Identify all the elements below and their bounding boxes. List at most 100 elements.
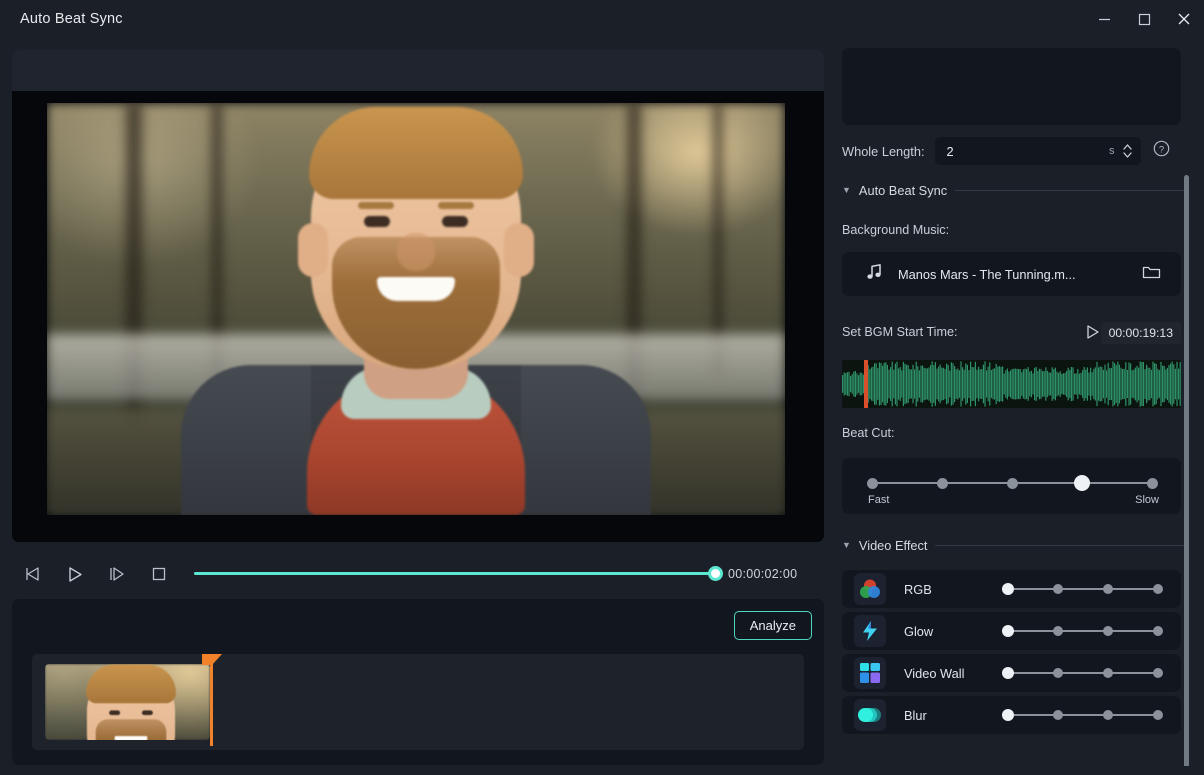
window-title: Auto Beat Sync xyxy=(20,11,123,27)
whole-length-input[interactable]: 2 s xyxy=(934,137,1141,165)
effect-slider-rail xyxy=(1008,588,1158,590)
maximize-button[interactable] xyxy=(1124,0,1164,38)
whole-length-unit: s xyxy=(1109,145,1115,157)
analyze-row: Analyze xyxy=(733,611,812,640)
beat-cut-max-label: Slow xyxy=(1135,494,1159,506)
left-column: 00:00:02:00 Analyze xyxy=(12,50,824,765)
effect-slider-dot[interactable] xyxy=(1053,584,1063,594)
effect-name: RGB xyxy=(904,581,932,597)
waveform-playhead[interactable] xyxy=(864,360,868,408)
seek-track xyxy=(194,572,720,575)
beat-cut-dot[interactable] xyxy=(936,477,948,489)
playback-controls: 00:00:02:00 xyxy=(12,555,824,593)
timeline-clip-thumbnail[interactable] xyxy=(45,664,210,740)
whole-length-label: Whole Length: xyxy=(842,143,925,159)
spinner-up-down-icon[interactable] xyxy=(1122,144,1132,158)
timeline-playhead-marker[interactable] xyxy=(202,654,222,665)
background-music-field[interactable]: Manos Mars - The Tunning.m... xyxy=(842,252,1181,296)
bgm-start-time-label: Set BGM Start Time: xyxy=(842,325,958,339)
seek-handle[interactable] xyxy=(708,566,723,581)
video-wall-icon xyxy=(854,657,886,689)
effect-slider[interactable] xyxy=(1002,570,1163,608)
bgm-start-time-value[interactable]: 00:00:19:13 xyxy=(1100,322,1181,344)
effect-slider-dot[interactable] xyxy=(1153,710,1163,720)
effect-slider-dot[interactable] xyxy=(1002,625,1014,637)
effect-slider-dot[interactable] xyxy=(1053,710,1063,720)
video-preview-panel xyxy=(12,50,824,542)
play-button[interactable] xyxy=(54,555,96,593)
effect-slider-dot[interactable] xyxy=(1103,626,1113,636)
beat-cut-label: Beat Cut: xyxy=(842,426,895,440)
next-frame-button[interactable] xyxy=(96,555,138,593)
beat-cut-dot[interactable] xyxy=(866,477,878,489)
beat-cut-min-label: Fast xyxy=(868,494,890,506)
video-preview-image xyxy=(47,103,785,515)
analyze-button[interactable]: Analyze xyxy=(733,611,812,640)
settings-sidebar: Whole Length: 2 s ? ▼ Auto Beat Sync Bac… xyxy=(836,44,1192,766)
audio-waveform[interactable] xyxy=(842,360,1181,408)
section-title: Auto Beat Sync xyxy=(858,182,948,198)
effect-slider-dot[interactable] xyxy=(1002,667,1014,679)
minimize-button[interactable] xyxy=(1084,0,1124,38)
effect-slider-dot[interactable] xyxy=(1153,626,1163,636)
sidebar-scrollbar-thumb[interactable] xyxy=(1184,175,1189,766)
background-music-label: Background Music: xyxy=(842,223,950,237)
beat-cut-dot[interactable] xyxy=(1006,477,1018,489)
auto-beat-sync-window: Auto Beat Sync 00:00:02:00 Analyze Whole… xyxy=(0,0,1204,775)
effect-row-glow[interactable]: Glow xyxy=(842,612,1181,650)
beat-cut-slider[interactable]: Fast Slow xyxy=(842,458,1181,514)
effect-row-video-wall[interactable]: Video Wall xyxy=(842,654,1181,692)
effect-row-rgb[interactable]: RGB xyxy=(842,570,1181,608)
effect-slider-dot[interactable] xyxy=(1002,583,1014,595)
video-subject xyxy=(181,103,651,515)
timeline-playhead[interactable] xyxy=(210,658,213,746)
title-bar: Auto Beat Sync xyxy=(0,0,1204,38)
whole-length-value: 2 xyxy=(946,143,954,159)
whole-length-row: Whole Length: 2 s ? xyxy=(842,136,1186,166)
effect-slider-rail xyxy=(1008,672,1158,674)
beat-cut-dot[interactable] xyxy=(1146,477,1158,489)
previous-frame-button[interactable] xyxy=(12,555,54,593)
folder-icon[interactable] xyxy=(1142,264,1161,285)
section-divider xyxy=(955,189,1186,191)
current-timecode: 00:00:02:00 xyxy=(728,567,798,581)
chevron-down-icon[interactable]: ▼ xyxy=(842,540,851,550)
stop-button[interactable] xyxy=(138,555,180,593)
effect-slider-dot[interactable] xyxy=(1103,710,1113,720)
section-header-video-effect[interactable]: ▼ Video Effect xyxy=(842,536,1186,554)
chevron-down-icon[interactable]: ▼ xyxy=(842,185,851,195)
effect-slider-dot[interactable] xyxy=(1103,668,1113,678)
sidebar-top-panel xyxy=(842,48,1181,125)
timeline-track[interactable] xyxy=(32,654,804,750)
help-icon[interactable]: ? xyxy=(1153,140,1170,162)
waveform-graphic xyxy=(842,361,1181,407)
effect-slider[interactable] xyxy=(1002,612,1163,650)
beat-cut-dot[interactable] xyxy=(1074,475,1090,491)
effect-slider-dot[interactable] xyxy=(1053,668,1063,678)
background-music-track-name: Manos Mars - The Tunning.m... xyxy=(898,266,1076,282)
effect-name: Blur xyxy=(904,707,927,723)
effect-slider-rail xyxy=(1008,714,1158,716)
effect-slider-rail xyxy=(1008,630,1158,632)
bgm-start-time-row: Set BGM Start Time: 00:00:19:13 xyxy=(842,322,1181,346)
bgm-play-icon[interactable] xyxy=(1084,324,1100,345)
seek-bar[interactable] xyxy=(194,555,723,593)
effect-slider-dot[interactable] xyxy=(1053,626,1063,636)
effect-row-blur[interactable]: Blur xyxy=(842,696,1181,734)
section-title: Video Effect xyxy=(858,537,928,553)
preview-header-strip xyxy=(12,50,824,91)
glow-bolt-icon xyxy=(854,615,886,647)
effect-slider-dot[interactable] xyxy=(1153,668,1163,678)
effect-slider-dot[interactable] xyxy=(1103,584,1113,594)
svg-text:?: ? xyxy=(1158,144,1163,155)
section-header-auto-beat-sync[interactable]: ▼ Auto Beat Sync xyxy=(842,181,1186,199)
effect-slider-dot[interactable] xyxy=(1153,584,1163,594)
music-note-icon xyxy=(866,263,882,285)
window-controls xyxy=(1084,0,1204,38)
close-button[interactable] xyxy=(1164,0,1204,38)
section-divider xyxy=(935,544,1186,546)
effect-slider-dot[interactable] xyxy=(1002,709,1014,721)
effect-name: Video Wall xyxy=(904,665,965,681)
effect-slider[interactable] xyxy=(1002,696,1163,734)
effect-slider[interactable] xyxy=(1002,654,1163,692)
